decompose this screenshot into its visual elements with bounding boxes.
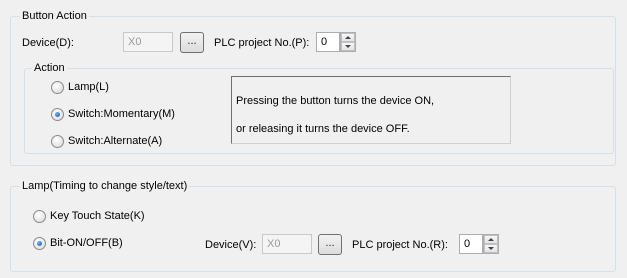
- action-description-box: Pressing the button turns the device ON,…: [231, 76, 511, 144]
- action-title: Action: [32, 62, 67, 75]
- radio-lamp-icon[interactable]: [51, 81, 64, 94]
- spin-down-arrow-icon[interactable]: [341, 42, 355, 51]
- lamp-plc-project-label: PLC project No.(R):: [352, 239, 448, 251]
- lamp-device-label: Device(V):: [205, 239, 257, 251]
- radio-bit-on-off-label: Bit-ON/OFF(B): [50, 237, 123, 249]
- radio-lamp-label: Lamp(L): [68, 81, 109, 93]
- plc-project-field[interactable]: 0: [316, 32, 340, 52]
- radio-bit-on-off-icon[interactable]: [33, 237, 46, 250]
- radio-switch-momentary-label: Switch:Momentary(M): [68, 108, 175, 120]
- radio-switch-alternate-icon[interactable]: [51, 135, 64, 148]
- device-label: Device(D):: [22, 37, 74, 49]
- spin-up-arrow-icon[interactable]: [341, 33, 355, 42]
- lamp-spin-up-arrow-icon[interactable]: [484, 235, 498, 244]
- radio-switch-momentary-icon[interactable]: [51, 108, 64, 121]
- lamp-plc-project-field[interactable]: 0: [459, 234, 483, 254]
- plc-project-label: PLC project No.(P):: [214, 37, 310, 49]
- lamp-device-browse-button[interactable]: ...: [318, 234, 342, 255]
- button-action-title: Button Action: [20, 10, 89, 23]
- device-browse-button[interactable]: ...: [180, 32, 204, 53]
- device-field[interactable]: X0: [123, 32, 173, 52]
- radio-switch-alternate-label: Switch:Alternate(A): [68, 135, 163, 147]
- lamp-plc-project-spinner[interactable]: [483, 234, 499, 254]
- lamp-spin-down-arrow-icon[interactable]: [484, 244, 498, 253]
- plc-project-spinner[interactable]: [340, 32, 356, 52]
- radio-key-touch-state-label: Key Touch State(K): [50, 210, 145, 222]
- lamp-title: Lamp(Timing to change style/text): [20, 180, 190, 193]
- lamp-device-field[interactable]: X0: [262, 234, 312, 254]
- action-description-line-2: or releasing it turns the device OFF.: [236, 123, 410, 135]
- lamp-group: [10, 186, 616, 272]
- radio-key-touch-state-icon[interactable]: [33, 210, 46, 223]
- action-description-line-1: Pressing the button turns the device ON,: [236, 95, 435, 107]
